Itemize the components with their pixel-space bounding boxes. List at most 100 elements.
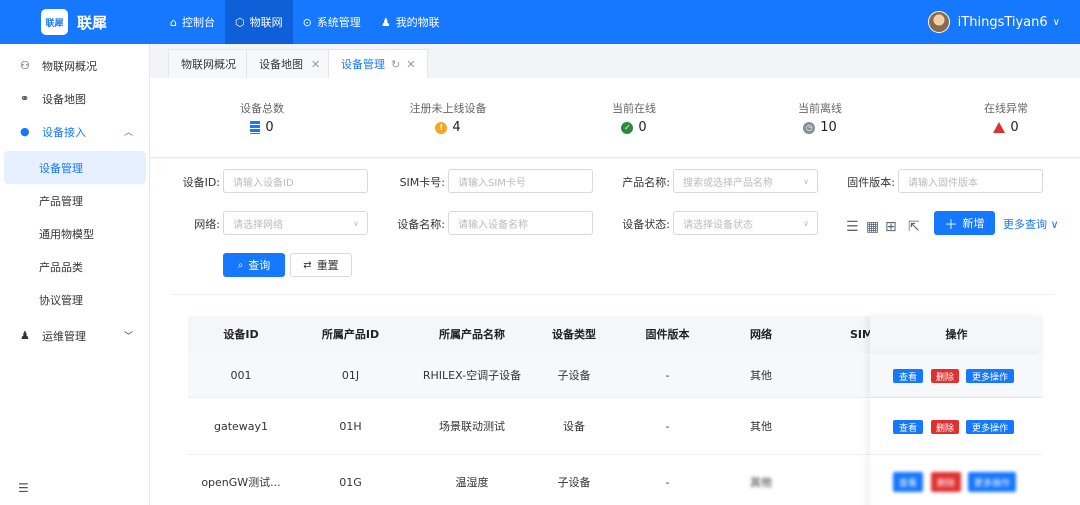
search-icon: ⌕ [237,259,244,271]
cell-product-id: 01J [341,369,360,382]
cell-product-name: 温湿度 [455,476,489,489]
delete-button[interactable]: 删除 [931,369,959,383]
stat-value: 10 [820,120,837,135]
binoculars-icon: ⚭ [20,92,30,105]
network-select[interactable]: 请选择网络 ∨ [223,211,368,235]
tab-label: 设备管理 [341,58,385,71]
column-header[interactable]: 设备ID [188,316,294,354]
column-header[interactable]: 设备类型 [537,316,611,354]
more-actions-button[interactable]: 更多操作 [968,472,1016,492]
list-view-icon[interactable]: ☰ [846,219,859,235]
sidebar-item-device-map[interactable]: ⚭ 设备地图 [0,82,150,115]
ops-cell: 查看 删除 更多操作 [870,354,1043,397]
chevron-down-icon: ∨ [803,176,809,186]
users-icon: ♟ [20,329,30,342]
grid-view-icon[interactable]: ▦ [866,219,879,235]
delete-button[interactable]: 删除 [931,420,959,434]
reset-button[interactable]: ⇄ 重置 [290,253,352,277]
brand[interactable]: 联犀 联犀 [0,9,150,35]
sidebar-item-product-management[interactable]: 产品管理 [0,184,150,217]
export-icon[interactable]: ⇱ [908,219,920,235]
cell-device-type: 设备 [563,420,585,433]
divider [170,294,1055,295]
sidebar-item-overview[interactable]: ⚇ 物联网概况 [0,49,150,82]
sim-label: SIM卡号: [399,176,445,189]
nav-system[interactable]: ⊙ 系统管理 [293,0,371,44]
device-name-label: 设备名称: [397,218,445,231]
column-header[interactable]: 所属产品名称 [407,316,537,354]
chevron-up-icon: ︿ [123,128,133,138]
firmware-label: 固件版本: [847,176,895,189]
sidebar-item-device-access[interactable]: ● 设备接入 ︿ [0,115,150,148]
more-actions-button[interactable]: 更多操作 [966,369,1014,383]
sidebar-item-label: 运维管理 [42,329,86,343]
stat-value: 4 [452,120,461,135]
sidebar-item-label: 产品管理 [39,194,83,208]
nav-iot[interactable]: ⬡ 物联网 [224,0,293,44]
person-list-icon: ⚇ [20,59,30,72]
refresh-icon[interactable]: ↻ [391,58,400,71]
column-header[interactable]: 所属产品ID [294,316,407,354]
app-logo: 联犀 [41,9,68,35]
tab-overview[interactable]: 物联网概况 [168,49,249,78]
device-name-input[interactable]: 请输入设备名称 [448,211,593,235]
ops-cell: 查看 删除 更多操作 [870,398,1043,454]
sidebar-item-label: 物联网概况 [42,59,97,73]
firmware-input[interactable]: 请输入固件版本 [898,169,1043,193]
more-actions-button[interactable]: 更多操作 [966,420,1014,434]
device-status-select[interactable]: 请选择设备状态 ∨ [673,211,818,235]
warning-circle-icon: ! [435,121,448,134]
add-button[interactable]: ＋ 新增 [934,211,995,235]
delete-button[interactable]: 删除 [931,472,961,492]
cell-network: 其他 [750,369,772,382]
qr-code-icon[interactable]: ⊞ [885,219,897,235]
cell-device-id: gateway1 [213,420,269,433]
sidebar-item-protocol[interactable]: 协议管理 [0,283,150,316]
view-button[interactable]: 查看 [893,369,923,383]
sidebar-item-ops[interactable]: ♟ 运维管理 ﹀ [0,319,150,352]
nav-console[interactable]: ⌂ 控制台 [160,0,225,44]
close-icon[interactable]: ✕ [406,58,415,71]
stat-label: 设备总数 [240,102,284,115]
device-id-label: 设备ID: [182,176,220,189]
sim-input[interactable]: 请输入SIM卡号 [448,169,593,193]
stat-value: 0 [265,120,274,135]
device-id-input[interactable]: 请输入设备ID [223,169,368,193]
sidebar-item-device-management[interactable]: 设备管理 [4,151,146,184]
user-menu[interactable]: iThingsTiyan6 ∨ [927,0,1060,44]
sidebar-item-common-model[interactable]: 通用物模型 [0,217,150,250]
sidebar-item-label: 设备地图 [42,92,86,106]
sidebar-item-label: 通用物模型 [39,227,94,241]
column-header[interactable]: 固件版本 [611,316,724,354]
view-button[interactable]: 查看 [893,420,923,434]
sidebar-item-label: 协议管理 [39,293,83,307]
nav-my-iot[interactable]: ♟ 我的物联 [371,0,450,44]
collapse-menu-icon[interactable]: ☰ [18,481,29,495]
table-header: 设备ID 所属产品ID 所属产品名称 设备类型 固件版本 网络 SIM 操作 [188,316,1043,354]
tab-device-map[interactable]: 设备地图 ✕ [246,49,334,78]
table-row[interactable]: 001 01J RHILEX-空调子设备 子设备 - 其他 查看 删除 更多操作 [188,354,1043,398]
plus-icon: ＋ [944,217,958,233]
chevron-down-icon: ∨ [353,218,359,228]
tabs-bar: 物联网概况 设备地图 ✕ 设备管理 ↻ ✕ [150,44,1080,78]
tab-label: 物联网概况 [181,58,236,71]
view-button[interactable]: 查看 [893,472,923,492]
sidebar-item-product-category[interactable]: 产品品类 [0,250,150,283]
table-row[interactable]: gateway1 01H 场景联动测试 设备 - 其他 查看 删除 更多操作 [188,398,1043,455]
tab-device-management[interactable]: 设备管理 ↻ ✕ [328,49,429,78]
cell-firmware: - [665,476,670,489]
avatar [927,11,950,33]
stat-label: 在线异常 [984,102,1028,115]
cell-product-id: 01H [339,420,362,433]
cell-product-name: RHILEX-空调子设备 [422,369,522,382]
column-header: 操作 [945,328,968,341]
table-row[interactable]: openGW测试... 01G 温湿度 子设备 - 其他 查看 删除 更多操作 [188,455,1043,505]
reset-icon: ⇄ [303,259,312,271]
more-query-link[interactable]: 更多查询 ∨ [1003,216,1059,232]
query-button[interactable]: ⌕ 查询 [223,253,285,277]
ops-header-cell: 操作 [870,316,1043,354]
column-header[interactable]: 网络 [724,316,798,354]
close-icon[interactable]: ✕ [311,58,320,71]
product-name-select[interactable]: 搜索或选择产品名称 ∨ [673,169,818,193]
network-label: 网络: [194,218,220,231]
